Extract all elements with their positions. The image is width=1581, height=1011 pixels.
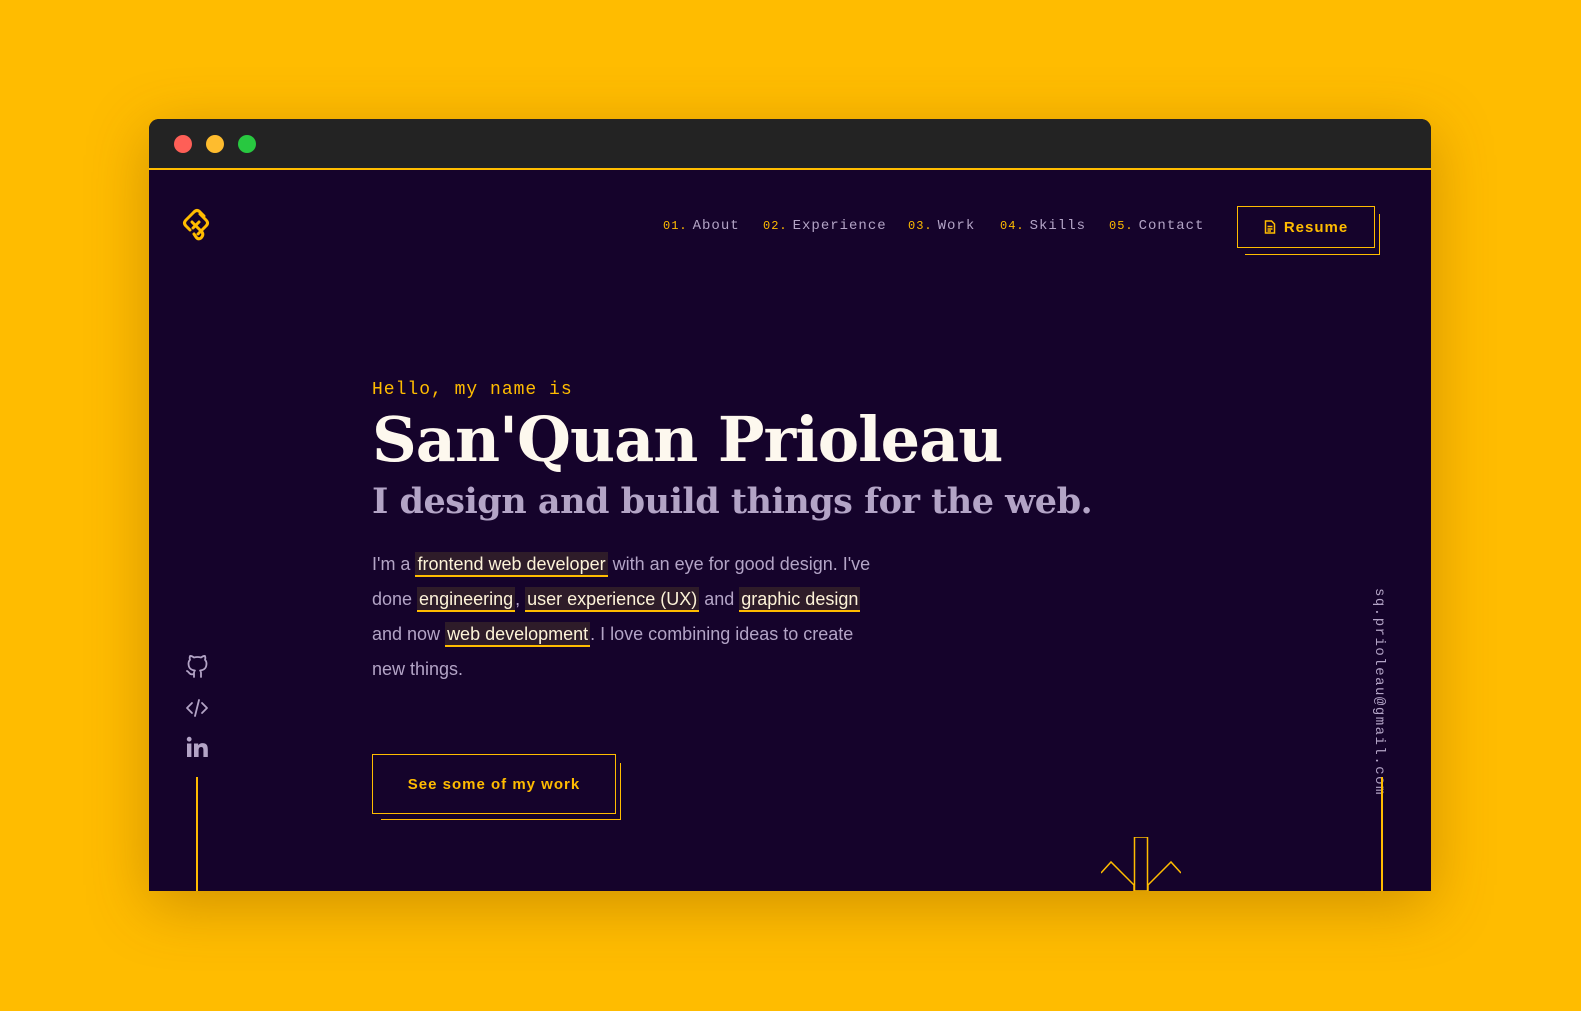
zoom-window-button[interactable] xyxy=(238,135,256,153)
bio-text: , xyxy=(515,589,526,610)
minimize-window-button[interactable] xyxy=(206,135,224,153)
nav-number: 01. xyxy=(663,219,688,233)
nav-label: Skills xyxy=(1029,218,1087,234)
nav-item-experience[interactable]: 02. Experience xyxy=(763,218,887,234)
hero-bio: I'm a frontend web developer with an eye… xyxy=(372,547,872,687)
hero-section: Hello, my name is San'Quan Prioleau I de… xyxy=(372,380,1093,687)
hero-tagline: I design and build things for the web. xyxy=(372,481,1093,523)
nav-number: 03. xyxy=(908,219,933,233)
hero-name: San'Quan Prioleau xyxy=(372,403,1003,476)
code-icon[interactable] xyxy=(185,696,209,720)
nav-number: 05. xyxy=(1109,219,1134,233)
nav-number: 02. xyxy=(763,219,788,233)
nav-number: 04. xyxy=(1000,219,1025,233)
document-icon xyxy=(1264,220,1276,234)
scroll-down-arrow-icon[interactable] xyxy=(1101,837,1181,891)
nav-item-contact[interactable]: 05. Contact xyxy=(1109,218,1204,234)
nav-item-skills[interactable]: 04. Skills xyxy=(1000,218,1086,234)
browser-titlebar xyxy=(149,119,1431,170)
cta-button-wrapper: See some of my work xyxy=(372,754,621,820)
bio-highlight: graphic design xyxy=(739,587,861,613)
close-window-button[interactable] xyxy=(174,135,192,153)
resume-button[interactable]: Resume xyxy=(1237,206,1375,248)
bio-highlight: user experience (UX) xyxy=(525,587,700,613)
nav-item-work[interactable]: 03. Work xyxy=(908,218,975,234)
resume-button-wrapper: Resume xyxy=(1237,206,1380,255)
github-icon[interactable] xyxy=(185,655,209,679)
nav-label: Contact xyxy=(1138,218,1205,234)
left-rail-line xyxy=(196,777,198,891)
nav-label: Experience xyxy=(792,218,887,234)
right-rail-line xyxy=(1381,777,1383,891)
bio-text: and xyxy=(699,589,740,610)
linkedin-icon[interactable] xyxy=(185,735,209,759)
see-work-button[interactable]: See some of my work xyxy=(372,754,616,814)
hero-greeting: Hello, my name is xyxy=(372,380,573,400)
bio-text: and now xyxy=(372,624,446,645)
browser-window: 01. About 02. Experience 03. Work 04. Skills… xyxy=(149,119,1431,891)
email-link[interactable]: sq.prioleau@gmail.com xyxy=(1371,588,1387,796)
bio-highlight: web development xyxy=(445,622,591,648)
bio-highlight: engineering xyxy=(417,587,516,613)
bio-text: I'm a xyxy=(372,554,416,575)
nav-item-about[interactable]: 01. About xyxy=(663,218,740,234)
nav-label: Work xyxy=(937,218,976,234)
nav-label: About xyxy=(692,218,740,234)
bio-highlight: frontend web developer xyxy=(415,552,608,578)
page-viewport: 01. About 02. Experience 03. Work 04. Skills… xyxy=(149,170,1431,891)
resume-button-label: Resume xyxy=(1283,218,1349,236)
